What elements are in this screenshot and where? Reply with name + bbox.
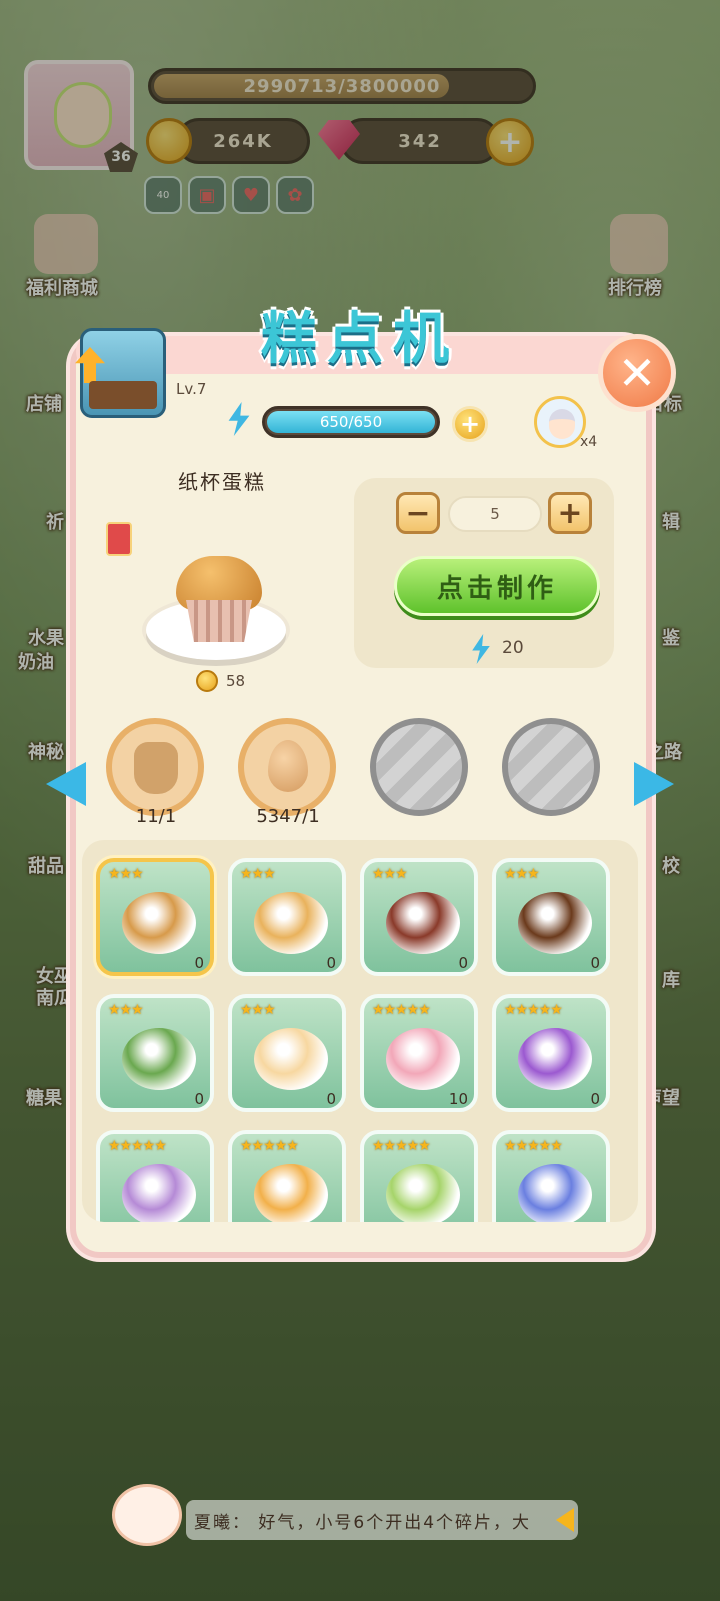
recipe-stars: ★★★★★ <box>108 1138 167 1154</box>
recipe-food-image <box>122 892 196 954</box>
selected-item-name: 纸杯蛋糕 <box>178 470 266 494</box>
recipe-food-image <box>386 1028 460 1090</box>
machine-base <box>89 381 157 409</box>
make-button[interactable]: 点击制作 <box>394 556 600 616</box>
recipe-card[interactable]: ★★★★★ <box>228 1130 346 1222</box>
recipe-stars: ★★★★★ <box>504 1138 563 1154</box>
recipe-count: 0 <box>326 954 336 972</box>
quantity-minus-button[interactable]: − <box>396 492 440 534</box>
recipe-food-image <box>122 1028 196 1090</box>
recipe-card[interactable]: ★★★ 0 <box>96 994 214 1112</box>
recipe-stars: ★★★ <box>108 866 144 882</box>
recipe-card[interactable]: ★★★ 0 <box>96 858 214 976</box>
machine-level: Lv.7 <box>176 380 207 398</box>
quantity-field[interactable]: 5 <box>448 496 542 532</box>
item-price: 58 <box>226 672 246 690</box>
recipe-grid: ★★★ 0 ★★★ 0 ★★★ 0 ★★★ 0 ★★★ 0 ★★★ 0 ★★★★★ 10 ★★★★★ 0 ★★★… <box>82 840 638 1222</box>
recipe-stars: ★★★ <box>372 866 408 882</box>
ingredient-slot-egg[interactable] <box>238 718 336 816</box>
energy-cost: 20 <box>502 638 524 658</box>
recipe-count: 10 <box>448 1090 468 1108</box>
recipe-card[interactable]: ★★★★★ <box>96 1130 214 1222</box>
recipe-food-image <box>518 1164 592 1222</box>
helper-avatar[interactable] <box>534 396 586 448</box>
energy-bar: 650/650 <box>262 406 440 438</box>
recipe-count: 0 <box>194 954 204 972</box>
panel-title: 糕点机 <box>261 307 459 372</box>
recipe-food-image <box>518 1028 592 1090</box>
cupcake-cup <box>186 600 252 642</box>
recipe-stars: ★★★ <box>240 1002 276 1018</box>
ingredient-count-egg: 5347/1 <box>256 806 320 827</box>
recipe-food-image <box>254 892 328 954</box>
recipe-food-image <box>254 1164 328 1222</box>
helper-count: x4 <box>580 434 598 450</box>
recipe-stars: ★★★★★ <box>504 1002 563 1018</box>
chat-emoji-icon[interactable] <box>112 1484 182 1546</box>
recipe-book-icon[interactable] <box>106 522 132 556</box>
recipe-card[interactable]: ★★★★★ 10 <box>360 994 478 1112</box>
recipe-card[interactable]: ★★★★★ 0 <box>492 994 610 1112</box>
ingredient-slot-empty[interactable] <box>502 718 600 816</box>
close-button[interactable]: ✕ <box>598 334 676 412</box>
cupcake-image <box>176 556 262 642</box>
recipe-count: 0 <box>590 954 600 972</box>
ingredient-count-flour: 11/1 <box>135 806 177 827</box>
recipe-card[interactable]: ★★★ 0 <box>360 858 478 976</box>
recipe-card[interactable]: ★★★★★ <box>492 1130 610 1222</box>
add-energy-button[interactable]: + <box>452 406 488 442</box>
recipe-card[interactable]: ★★★ 0 <box>228 994 346 1112</box>
flour-sack-icon <box>134 742 178 794</box>
recipe-count: 0 <box>590 1090 600 1108</box>
recipe-food-image <box>386 892 460 954</box>
recipe-food-image <box>122 1164 196 1222</box>
recipe-count: 0 <box>458 954 468 972</box>
chat-ticker[interactable]: 夏曦： 好气，小号6个开出4个碎片，大 <box>186 1500 578 1540</box>
ingredient-slot-empty[interactable] <box>370 718 468 816</box>
recipe-stars: ★★★★★ <box>240 1138 299 1154</box>
recipe-stars: ★★★★★ <box>372 1138 431 1154</box>
recipe-food-image <box>518 892 592 954</box>
recipe-stars: ★★★ <box>504 866 540 882</box>
recipe-food-image <box>386 1164 460 1222</box>
recipe-card[interactable]: ★★★ 0 <box>228 858 346 976</box>
upgrade-arrow-icon <box>75 347 105 383</box>
quantity-plus-button[interactable]: + <box>548 492 592 534</box>
egg-icon <box>268 740 308 792</box>
recipe-stars: ★★★★★ <box>372 1002 431 1018</box>
ingredient-slot-flour[interactable] <box>106 718 204 816</box>
price-coin-icon <box>196 670 218 692</box>
recipe-count: 0 <box>326 1090 336 1108</box>
recipe-card[interactable]: ★★★ 0 <box>492 858 610 976</box>
pastry-machine-icon[interactable] <box>75 328 166 418</box>
recipe-food-image <box>254 1028 328 1090</box>
recipe-card[interactable]: ★★★★★ <box>360 1130 478 1222</box>
recipe-stars: ★★★ <box>108 1002 144 1018</box>
recipe-count: 0 <box>194 1090 204 1108</box>
helper-face <box>549 409 575 439</box>
recipe-stars: ★★★ <box>240 866 276 882</box>
energy-text: 650/650 <box>319 413 383 431</box>
